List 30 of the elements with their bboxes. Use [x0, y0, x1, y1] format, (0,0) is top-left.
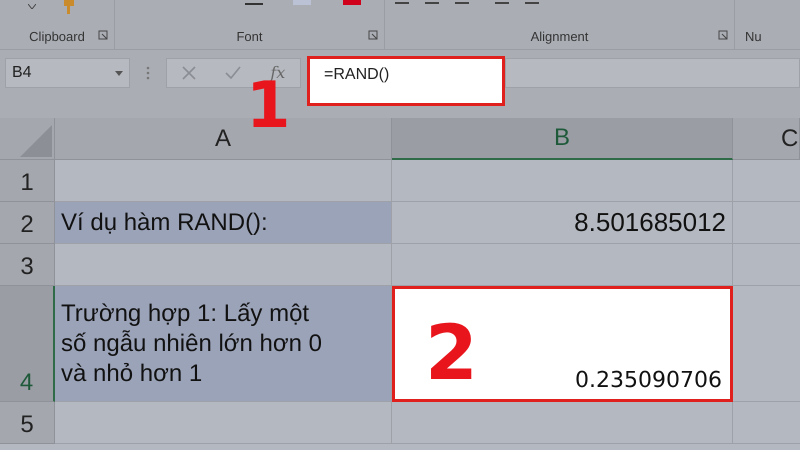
cell-reference: B4: [12, 63, 32, 83]
caret-icon: [115, 70, 123, 76]
name-box[interactable]: B4: [5, 58, 130, 88]
check-icon[interactable]: [225, 66, 242, 80]
ribbon-group-label: Alignment: [530, 28, 588, 46]
ribbon-group-label: Clipboard: [29, 28, 85, 46]
row-header[interactable]: 1: [20, 171, 34, 195]
dialog-launcher-icon[interactable]: [98, 30, 108, 40]
ribbon-group-label: Nu: [745, 28, 762, 46]
ribbon-group-label: Font: [236, 28, 262, 46]
dialog-launcher-icon[interactable]: [718, 30, 728, 40]
formula-field[interactable]: =RAND(): [307, 56, 505, 106]
cell-text: Trường hợp 1: Lấy một số ngẫu nhiên lớn hơn 0 và nhỏ hơn 1: [61, 298, 323, 388]
cell-text: 0.235090706: [575, 367, 722, 395]
dialog-launcher-icon[interactable]: [368, 30, 378, 40]
row-header[interactable]: 5: [20, 413, 34, 437]
grip-icon: [146, 66, 150, 80]
step-number: 2: [425, 315, 478, 391]
column-header[interactable]: C: [733, 118, 800, 160]
cell-text: Ví dụ hàm RAND():: [61, 208, 268, 238]
fill-color-swatch[interactable]: [293, 0, 311, 5]
font-color-swatch[interactable]: [343, 0, 361, 5]
row-header[interactable]: 2: [20, 213, 34, 237]
row-header[interactable]: 3: [20, 255, 34, 279]
formula-text: =RAND(): [324, 66, 390, 83]
caret-icon[interactable]: [28, 4, 36, 9]
underline-icon[interactable]: [245, 3, 263, 5]
cell-text: 8.501685012: [574, 206, 726, 239]
close-icon[interactable]: [182, 66, 196, 80]
select-all-icon[interactable]: [20, 125, 52, 157]
